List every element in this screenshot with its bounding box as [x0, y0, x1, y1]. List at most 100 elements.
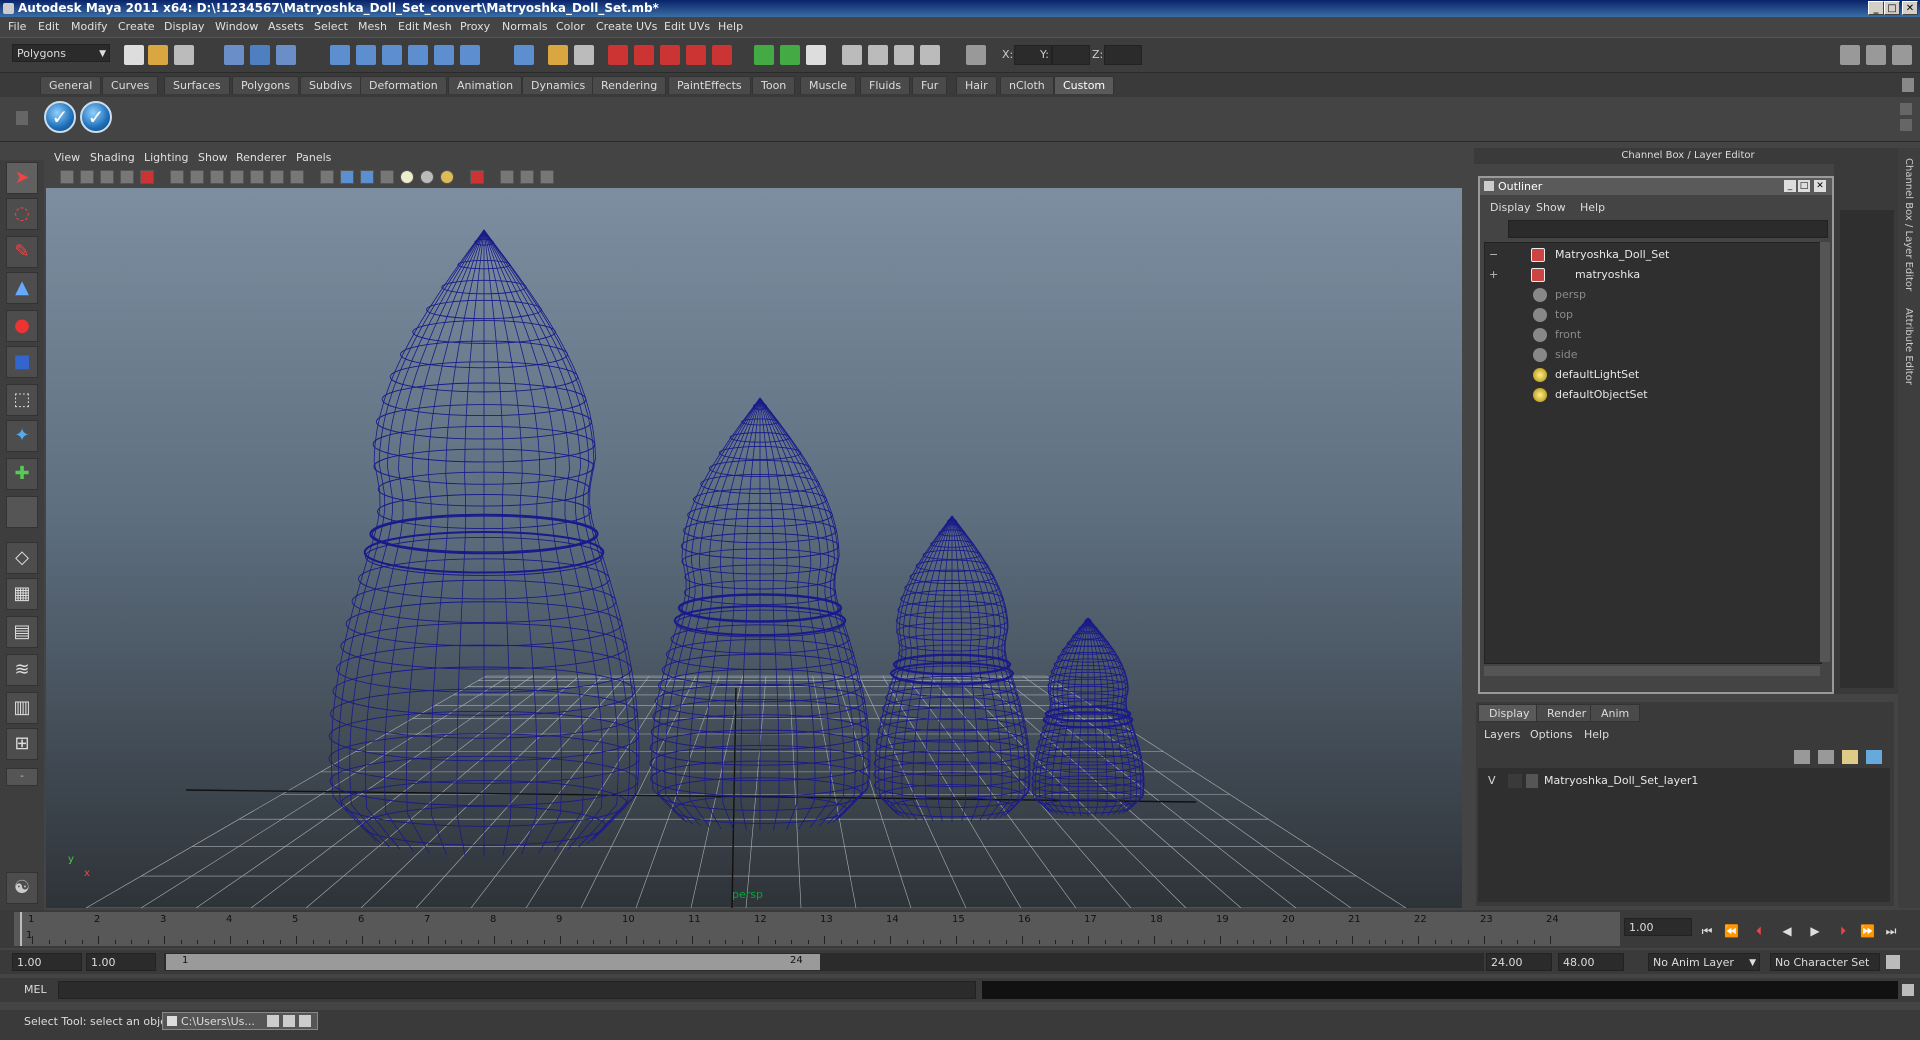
layout-graph-persp-icon[interactable]: ≋	[6, 654, 38, 686]
custom-shelf-check-button-1[interactable]: ✓	[44, 101, 76, 133]
grid-icon[interactable]	[170, 170, 184, 184]
layout-channel-icon[interactable]	[1892, 45, 1912, 65]
move-layer-up-icon[interactable]	[1794, 750, 1810, 764]
command-input[interactable]	[58, 981, 976, 999]
animation-start-field[interactable]: 1.00	[12, 953, 82, 971]
gate-mask-icon[interactable]	[230, 170, 244, 184]
collapse-icon[interactable]: −	[1489, 245, 1498, 265]
menu-normals[interactable]: Normals	[502, 20, 548, 33]
select-hierarchy-icon[interactable]	[224, 45, 244, 65]
tool-settings-icon[interactable]	[868, 45, 888, 65]
outliner-filter-field[interactable]	[1508, 220, 1828, 238]
snap-plane-icon[interactable]	[408, 45, 428, 65]
tab-hair[interactable]: Hair	[956, 76, 997, 94]
rename-icon[interactable]	[806, 45, 826, 65]
attribute-editor-icon[interactable]	[842, 45, 862, 65]
current-time-field[interactable]: 1.00	[1624, 918, 1692, 936]
layer-menu-options[interactable]: Options	[1530, 728, 1572, 741]
close-icon[interactable]: ✕	[1902, 1, 1918, 15]
transform-input-icon[interactable]	[966, 45, 986, 65]
tab-rendering[interactable]: Rendering	[592, 76, 667, 94]
time-ruler[interactable]: 1 2 3 4 5 6 7 8 9 10 11 12 13 14 15 16 17 18 19 20 21 22 23 24 …	[14, 912, 1620, 946]
go-to-start-icon[interactable]: ⏮	[1700, 924, 1714, 938]
menu-display[interactable]: Display	[164, 20, 205, 33]
construction-history-icon[interactable]	[574, 45, 594, 65]
step-back-key-icon[interactable]: ⏴	[1752, 924, 1766, 938]
menu-proxy[interactable]: Proxy	[460, 20, 490, 33]
menu-help[interactable]: Help	[718, 20, 743, 33]
outliner-item-default-light-set[interactable]: defaultLightSet	[1485, 365, 1815, 385]
manipulator-tool-icon[interactable]: ⬚	[6, 384, 38, 416]
field-chart-icon[interactable]	[250, 170, 264, 184]
outliner-menu-help[interactable]: Help	[1580, 201, 1605, 214]
vp-menu-lighting[interactable]: Lighting	[144, 151, 188, 164]
menu-set-dropdown[interactable]: Polygons ▼	[12, 44, 110, 62]
two-d-pan-icon[interactable]	[120, 170, 134, 184]
shelf-menu-icon[interactable]	[16, 111, 28, 125]
tab-dynamics[interactable]: Dynamics	[522, 76, 595, 94]
shelf-trash-icon[interactable]	[1902, 78, 1914, 92]
safe-title-icon[interactable]	[290, 170, 304, 184]
layer-menu-layers[interactable]: Layers	[1484, 728, 1520, 741]
tab-painteffects[interactable]: PaintEffects	[668, 76, 751, 94]
step-forward-key-icon[interactable]: ⏵	[1836, 924, 1850, 938]
menu-create[interactable]: Create	[118, 20, 155, 33]
last-tool-icon[interactable]	[6, 496, 38, 528]
tab-custom[interactable]: Custom	[1054, 76, 1115, 94]
tab-general[interactable]: General	[40, 76, 102, 94]
menu-color[interactable]: Color	[556, 20, 585, 33]
range-handle[interactable]: 1 24	[166, 954, 820, 970]
play-forwards-icon[interactable]: ▶	[1808, 924, 1822, 938]
paint-select-tool-icon[interactable]: ✎	[6, 236, 38, 268]
layout-outliner-persp-icon[interactable]: ▤	[6, 616, 38, 648]
playback-end-field[interactable]: 24.00	[1486, 953, 1552, 971]
select-object-icon[interactable]	[250, 45, 270, 65]
input-ops-icon[interactable]	[780, 45, 800, 65]
tab-deformation[interactable]: Deformation	[360, 76, 447, 94]
minimize-icon[interactable]: _	[1868, 1, 1884, 15]
tab-polygons[interactable]: Polygons	[232, 76, 299, 94]
menu-edit-mesh[interactable]: Edit Mesh	[398, 20, 452, 33]
open-scene-icon[interactable]	[148, 45, 168, 65]
matryoshka-doll-wireframe[interactable]	[328, 229, 640, 856]
smooth-shade-icon[interactable]	[340, 170, 354, 184]
layout-four-pane-icon[interactable]: ▦	[6, 578, 38, 610]
play-backwards-icon[interactable]: ◀	[1780, 924, 1794, 938]
outliner-menu-show[interactable]: Show	[1536, 201, 1566, 214]
outliner-item-front[interactable]: front	[1485, 325, 1815, 345]
menu-edit-uvs[interactable]: Edit UVs	[664, 20, 710, 33]
current-frame-marker[interactable]	[20, 912, 22, 946]
layer-visibility-toggle[interactable]: V	[1488, 774, 1496, 787]
snap-surface-icon[interactable]	[434, 45, 454, 65]
taskbar-close-icon[interactable]	[299, 1015, 311, 1027]
tab-fluids[interactable]: Fluids	[860, 76, 911, 94]
animation-end-field[interactable]: 48.00	[1558, 953, 1624, 971]
layout-outliner-icon[interactable]	[1866, 45, 1886, 65]
character-set-dropdown[interactable]: No Character Set	[1770, 953, 1880, 971]
wireframe-icon[interactable]	[320, 170, 334, 184]
history-icon[interactable]	[548, 45, 568, 65]
shelf-scroll-down-icon[interactable]	[1900, 119, 1912, 131]
ipr-render-icon[interactable]	[634, 45, 654, 65]
vp-menu-show[interactable]: Show	[198, 151, 228, 164]
channel-box-icon[interactable]	[894, 45, 914, 65]
outliner-minimize-icon[interactable]: _	[1784, 180, 1796, 192]
layer-editor-icon[interactable]	[920, 45, 940, 65]
maya-help-icon[interactable]: ☯	[6, 872, 38, 904]
menu-mesh[interactable]: Mesh	[358, 20, 387, 33]
matryoshka-doll-wireframe[interactable]	[649, 397, 871, 831]
maximize-icon[interactable]: □	[1884, 1, 1900, 15]
menu-select[interactable]: Select	[314, 20, 348, 33]
isolate-select-icon[interactable]	[470, 170, 484, 184]
vp-menu-panels[interactable]: Panels	[296, 151, 331, 164]
layout-hypershade-icon[interactable]: ▥	[6, 692, 38, 724]
camera-attributes-icon[interactable]	[60, 170, 74, 184]
playback-start-field[interactable]: 1.00	[86, 953, 156, 971]
range-bar[interactable]: 1 24	[164, 953, 1484, 971]
vp-menu-view[interactable]: View	[54, 151, 80, 164]
outliner-item-side[interactable]: side	[1485, 345, 1815, 365]
textured-icon[interactable]	[380, 170, 394, 184]
expand-icon[interactable]: +	[1489, 265, 1498, 285]
step-back-icon[interactable]: ⏪	[1724, 924, 1739, 938]
menu-file[interactable]: File	[8, 20, 26, 33]
